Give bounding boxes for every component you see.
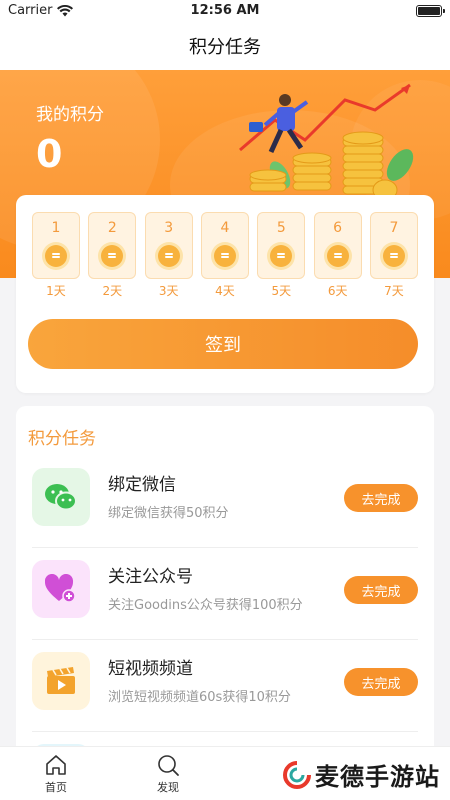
task-name: 绑定微信 xyxy=(108,475,176,495)
my-points-value: 0 xyxy=(36,132,63,176)
page-title: 积分任务 xyxy=(189,37,261,58)
task-go-button[interactable]: 去完成 xyxy=(344,484,418,512)
task-item-bind-wechat: 绑定微信 绑定微信获得50积分 去完成 xyxy=(32,456,418,548)
coin-icon xyxy=(157,245,180,267)
task-name: 关注公众号 xyxy=(108,567,193,587)
battery-icon xyxy=(416,5,445,17)
day-number: 3 xyxy=(164,220,174,236)
task-desc: 绑定微信获得50积分 xyxy=(108,506,229,521)
checkin-day: 5 5天 xyxy=(257,212,306,298)
heart-plus-icon xyxy=(32,560,90,618)
coin-icon xyxy=(326,245,349,267)
checkin-day: 1 1天 xyxy=(32,212,80,298)
day-number: 6 xyxy=(333,220,343,236)
wechat-icon xyxy=(32,468,90,526)
day-label: 7天 xyxy=(384,284,404,298)
tab-home[interactable]: 首页 xyxy=(26,753,86,795)
day-number: 5 xyxy=(276,220,286,236)
watermark-text: 麦德手游站 xyxy=(315,763,440,791)
status-bar: Carrier 12:56 AM xyxy=(0,0,450,22)
day-label: 4天 xyxy=(215,284,235,298)
coin-icon xyxy=(270,245,293,267)
checkin-day: 4 4天 xyxy=(200,212,249,298)
status-time: 12:56 AM xyxy=(190,3,260,18)
day-label: 2天 xyxy=(102,284,123,298)
coin-icon xyxy=(101,245,124,267)
signin-button[interactable]: 签到 xyxy=(28,319,418,369)
task-desc: 关注Goodins公众号获得100积分 xyxy=(108,598,303,613)
watermark: 麦德手游站 xyxy=(283,757,440,792)
day-label: 1天 xyxy=(46,284,66,298)
task-name: 短视频频道 xyxy=(108,659,193,679)
coin-icon xyxy=(382,245,405,267)
checkin-card: 1 1天 2 2天 3 3天 4 4天 5 5天 6 6天 7 7天 签到 xyxy=(16,195,434,393)
nav-bar: 积分任务 xyxy=(0,22,450,70)
checkin-days: 1 1天 2 2天 3 3天 4 4天 5 5天 6 6天 7 7天 xyxy=(32,212,418,298)
watermark-logo-icon xyxy=(283,760,311,789)
task-desc: 浏览短视频频道60s获得10积分 xyxy=(108,690,291,705)
home-icon xyxy=(46,755,66,775)
video-clapper-icon xyxy=(32,652,90,710)
tab-discover[interactable]: 发现 xyxy=(138,753,198,795)
coins-growth-illustration-icon xyxy=(239,83,414,201)
tab-label: 首页 xyxy=(45,781,67,794)
task-go-button[interactable]: 去完成 xyxy=(344,668,418,696)
checkin-day: 2 2天 xyxy=(88,212,137,298)
coin-icon xyxy=(213,245,236,267)
task-card: 积分任务 绑定微信 绑定微信获得50积分 去完成 关注公众号 关注Goodins… xyxy=(16,406,434,766)
day-number: 4 xyxy=(220,220,230,236)
day-label: 5天 xyxy=(271,284,292,298)
checkin-day: 6 6天 xyxy=(313,212,362,298)
task-go-button[interactable]: 去完成 xyxy=(344,576,418,604)
my-points-label: 我的积分 xyxy=(36,105,104,125)
day-label: 3天 xyxy=(158,284,179,298)
checkin-day: 3 3天 xyxy=(144,212,193,298)
day-number: 7 xyxy=(389,220,399,236)
tab-label: 发现 xyxy=(157,781,179,794)
day-number: 1 xyxy=(51,220,61,236)
day-label: 6天 xyxy=(327,284,348,298)
tab-bar: 首页 发现 麦德手游站 xyxy=(0,746,450,800)
task-section-title: 积分任务 xyxy=(28,429,96,449)
checkin-day: 7 7天 xyxy=(369,212,418,298)
coin-icon xyxy=(45,245,67,267)
search-icon xyxy=(158,755,179,776)
task-item-follow-official: 关注公众号 关注Goodins公众号获得100积分 去完成 xyxy=(32,548,418,640)
day-number: 2 xyxy=(107,220,117,236)
task-item-short-video: 短视频频道 浏览短视频频道60s获得10积分 去完成 xyxy=(32,640,418,732)
